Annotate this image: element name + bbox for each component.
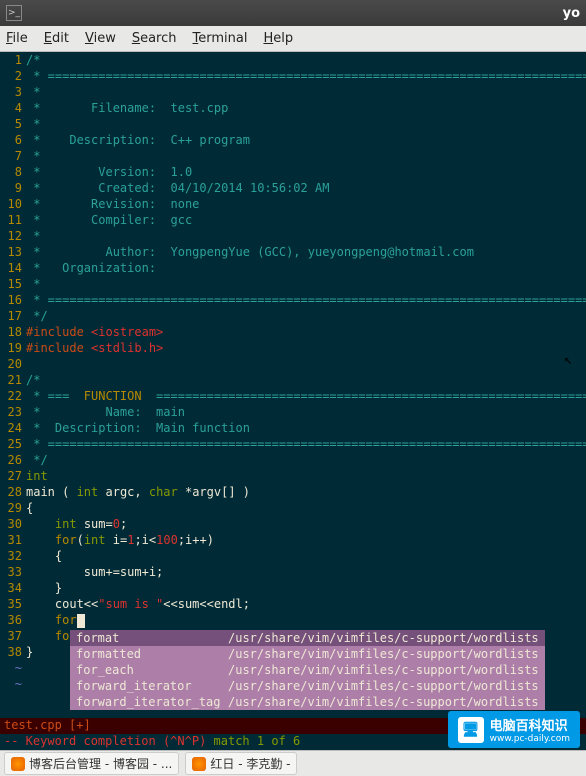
completion-popup[interactable]: format/usr/share/vim/vimfiles/c-support/…	[70, 630, 545, 710]
monitor-icon: 🖥	[458, 717, 484, 743]
watermark-badge: 🖥 电脑百科知识www.pc-daily.com	[448, 711, 580, 748]
taskbar-item[interactable]: 博客后台管理 - 博客园 - ...	[4, 752, 179, 775]
window-titlebar: >_ yo	[0, 0, 586, 26]
taskbar-item[interactable]: 红日 - 李克勤 -	[185, 752, 297, 775]
window-title: yo	[563, 6, 580, 21]
editor-area[interactable]: 1/*2 * =================================…	[0, 52, 586, 718]
firefox-icon	[11, 757, 25, 771]
completion-item[interactable]: forward_iterator_tag/usr/share/vim/vimfi…	[70, 694, 545, 710]
completion-item[interactable]: forward_iterator/usr/share/vim/vimfiles/…	[70, 678, 545, 694]
menubar: File Edit View Search Terminal Help	[0, 26, 586, 52]
menu-file[interactable]: File	[6, 31, 28, 46]
terminal-app-icon: >_	[6, 5, 22, 21]
completion-item[interactable]: for_each/usr/share/vim/vimfiles/c-suppor…	[70, 662, 545, 678]
completion-item[interactable]: format/usr/share/vim/vimfiles/c-support/…	[70, 630, 545, 646]
menu-search[interactable]: Search	[132, 31, 177, 46]
taskbar: 博客后台管理 - 博客园 - ... 红日 - 李克勤 -	[0, 750, 586, 776]
menu-help[interactable]: Help	[263, 31, 293, 46]
menu-view[interactable]: View	[85, 31, 116, 46]
text-cursor	[77, 614, 85, 628]
firefox-icon	[192, 757, 206, 771]
menu-terminal[interactable]: Terminal	[193, 31, 248, 46]
menu-edit[interactable]: Edit	[44, 31, 69, 46]
completion-item[interactable]: formatted/usr/share/vim/vimfiles/c-suppo…	[70, 646, 545, 662]
